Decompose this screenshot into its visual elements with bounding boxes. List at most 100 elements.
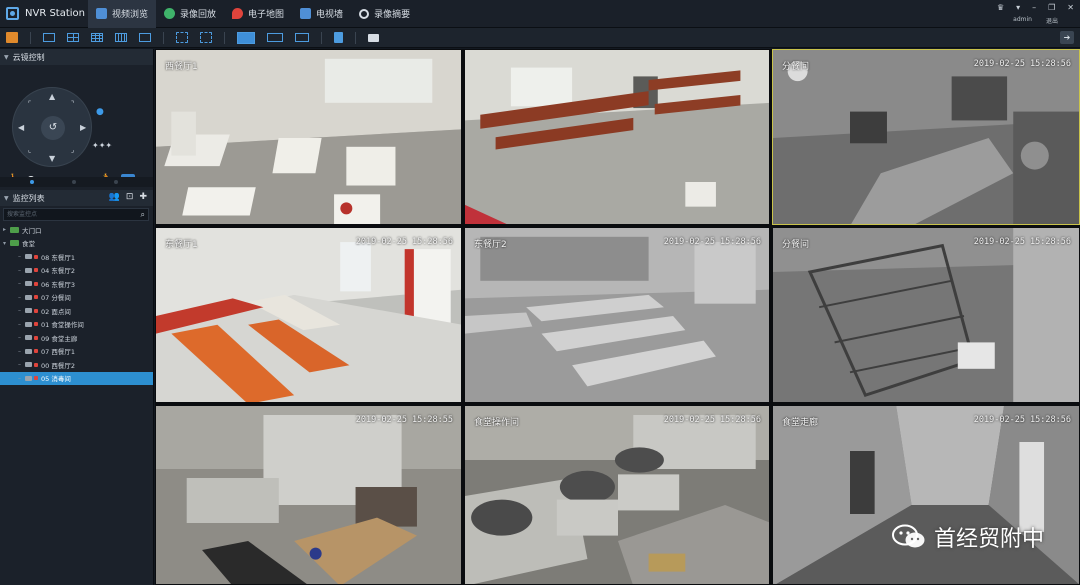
tree-camera-node[interactable]: – 09 食堂主廊 [0,331,153,345]
down-arrow-icon[interactable]: ▼ [49,154,55,163]
tree-group-node[interactable]: ▸ 大门口 [0,223,153,237]
divider [355,31,356,44]
device-search-input[interactable]: 搜索监控点 ⌕ [3,208,149,221]
left-arrow-icon[interactable]: ◀ [18,123,24,132]
tree-node-label: 01 食堂操作间 [41,321,84,330]
video-tile[interactable]: 西餐厅1 [155,49,462,225]
video-tile[interactable]: 食堂走廊 2019-02-25 15:28:56 [772,405,1080,585]
collapsed-caret-icon[interactable]: ▸ [3,226,10,233]
page-dot[interactable] [72,180,76,184]
tab-video-synopsis[interactable]: 录像摘要 [351,0,418,28]
tree-group-node[interactable]: ▾ 食堂 [0,237,153,251]
ptz-title: 云镜控制 [12,52,45,62]
exit-fullscreen-icon[interactable] [200,32,212,43]
tab-tv-wall[interactable]: 电视墙 [292,0,351,28]
layout-3x3-button[interactable] [91,33,103,42]
video-tile[interactable]: 东餐厅1 2019-02-25 15:28:56 [155,227,462,403]
video-tile[interactable]: 2019-02-25 15:28:55 [155,405,462,585]
page-dot-active[interactable] [30,180,34,184]
video-tile[interactable]: 分餐间 2019-02-25 15:28:56 [772,227,1080,403]
user-group-icon[interactable]: 👥 [109,192,120,202]
layout-1x1-button[interactable] [43,33,55,42]
microphone-icon[interactable]: ● [96,107,104,117]
tree-camera-node[interactable]: – 08 东餐厅1 [0,250,153,264]
tree-line-icon: – [18,253,21,261]
tree-camera-node[interactable]: – 00 西餐厅2 [0,358,153,372]
right-arrow-icon[interactable]: ▶ [80,123,86,132]
up-arrow-icon[interactable]: ▲ [49,92,55,101]
search-icon[interactable]: ⌕ [141,209,145,220]
tree-camera-node[interactable]: – 06 东餐厅3 [0,277,153,291]
menu-icon[interactable]: ▾ [1016,3,1020,12]
device-tree-header[interactable]: ▼ 监控列表 👥 ⊡ ✚ [0,190,153,206]
layout-custom-button[interactable] [139,33,151,42]
aspect-4-3-button[interactable] [295,33,309,42]
down-right-arrow-icon[interactable]: ⌟ [71,146,74,154]
add-view-icon[interactable]: ⊡ [126,192,134,202]
user-icon[interactable]: ♛ [997,3,1004,12]
tree-camera-node[interactable]: – 05 消毒间 [0,371,153,385]
tree-node-label: 05 消毒间 [41,375,71,384]
tree-node-label: 食堂 [22,240,35,249]
camera-feed [156,406,461,584]
tree-camera-node[interactable]: – 01 食堂操作间 [0,318,153,332]
add-icon[interactable]: ✚ [139,192,147,202]
upload-icon[interactable] [334,32,343,43]
tab-label: 视频浏览 [112,10,149,20]
camera-icon [25,294,32,300]
recording-indicator-icon [34,295,38,300]
video-grid: 西餐厅1 分餐间 2019-02-25 15:28:56 东餐厅1 2019-02-… [155,49,1080,585]
camera-name-overlay: 分餐间 [782,62,810,72]
video-tile[interactable] [464,49,770,225]
tree-node-label: 09 食堂主廊 [41,334,78,343]
page-dot[interactable] [114,180,118,184]
recording-indicator-icon [34,322,38,327]
title-bar: NVR Station 视频浏览 录像回放 电子地图 电视墙 录像摘要 ♛ ▾ … [0,0,1080,28]
left-panel: ▼ 云镜控制 ▲ ▼ ◀ ▶ ⌜ ⌝ ⌞ ⌟ ↺ ● ✦✦✦ 🚶 🏃 [0,49,154,585]
timestamp-overlay: 2019-02-25 15:28:55 [355,415,453,425]
timestamp-overlay: 2019-02-25 15:28:56 [973,415,1071,425]
ptz-direction-wheel[interactable]: ▲ ▼ ◀ ▶ ⌜ ⌝ ⌞ ⌟ ↺ [12,87,92,167]
camera-name-overlay: 东餐厅2 [474,240,507,250]
auto-scan-icon[interactable]: ↺ [41,116,65,140]
video-tile[interactable]: 东餐厅2 2019-02-25 15:28:56 [464,227,770,403]
tree-line-icon: – [18,361,21,369]
tab-playback[interactable]: 录像回放 [156,0,224,28]
timestamp-overlay: 2019-02-25 15:28:56 [663,415,761,425]
tab-emap[interactable]: 电子地图 [224,0,292,28]
folder-icon[interactable] [368,33,379,42]
collapse-caret-icon: ▼ [4,53,9,61]
layout-4x4-button[interactable] [115,33,127,42]
ptz-panel-header[interactable]: ▼ 云镜控制 [0,49,153,65]
up-right-arrow-icon[interactable]: ⌝ [71,100,74,108]
logout-link[interactable]: 退出 [1046,16,1058,25]
aspect-16-9-button[interactable] [267,33,283,42]
video-tile[interactable]: 分餐间 2019-02-25 15:28:56 [772,49,1080,225]
up-left-arrow-icon[interactable]: ⌜ [28,100,31,108]
divider [163,31,164,44]
camera-name-overlay: 分餐间 [782,240,810,250]
restore-icon[interactable]: ❐ [1048,3,1055,12]
username[interactable]: admin [1013,16,1032,25]
tree-camera-node[interactable]: – 02 面点间 [0,304,153,318]
aspect-fill-button[interactable] [237,31,255,44]
tree-camera-node[interactable]: – 07 分餐间 [0,291,153,305]
video-tile[interactable]: 食堂操作间 2019-02-25 15:28:56 [464,405,770,585]
minimize-icon[interactable]: – [1032,3,1036,12]
save-icon[interactable] [6,32,18,43]
tree-node-label: 大门口 [22,226,42,235]
camera-logo-icon [6,7,19,20]
expanded-caret-icon[interactable]: ▾ [3,240,10,247]
tree-node-label: 02 面点间 [41,307,71,316]
tab-live-view[interactable]: 视频浏览 [88,0,157,28]
device-tree: ▸ 大门口 ▾ 食堂 –08 东餐厅1–04 东餐厅2–06 东餐厅3–07 分餐间 –0… [0,223,153,385]
down-left-arrow-icon[interactable]: ⌞ [28,146,31,154]
tree-node-label: 07 西餐厅1 [41,348,75,357]
layout-2x2-button[interactable] [67,33,79,42]
tree-camera-node[interactable]: – 07 西餐厅1 [0,345,153,359]
light-icon[interactable]: ✦✦✦ [92,141,112,150]
tree-camera-node[interactable]: – 04 东餐厅2 [0,264,153,278]
close-icon[interactable]: ✕ [1067,3,1074,12]
fullscreen-icon[interactable] [176,32,188,43]
collapse-panel-button[interactable]: ➔ [1060,31,1074,44]
